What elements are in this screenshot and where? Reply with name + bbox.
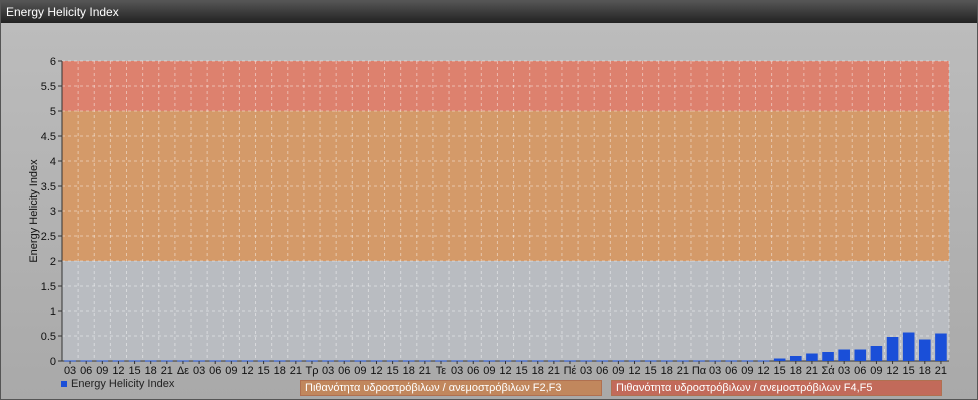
x-tick-label: 09 <box>612 365 624 377</box>
x-tick-label: 03 <box>580 365 592 377</box>
x-tick-label: 21 <box>935 365 947 377</box>
x-tick-label: 09 <box>483 365 495 377</box>
x-tick-label: 09 <box>870 365 882 377</box>
x-tick-label: 06 <box>725 365 737 377</box>
x-tick-label: 03 <box>193 365 205 377</box>
x-tick-label: 18 <box>145 365 157 377</box>
legend-label: Energy Helicity Index <box>71 378 175 390</box>
x-tick-label: Πέ <box>564 365 577 377</box>
x-tick-label: 15 <box>128 365 140 377</box>
x-tick-label: 06 <box>596 365 608 377</box>
zone-legend-f4f5: Πιθανότητα υδροστρόβιλων / ανεμοστρόβιλω… <box>611 380 942 396</box>
x-tick-label: 03 <box>838 365 850 377</box>
x-tick-label: 21 <box>677 365 689 377</box>
x-tick-label: 15 <box>903 365 915 377</box>
y-tick-label: 0 <box>50 356 56 368</box>
x-tick-label: Δε <box>177 365 189 377</box>
x-tick-label: 15 <box>257 365 269 377</box>
x-tick-label: Τρ <box>305 365 318 377</box>
x-tick-label: 06 <box>467 365 479 377</box>
bar <box>822 352 834 361</box>
y-tick-label: 2.5 <box>41 231 56 243</box>
x-tick-label: Πα <box>692 365 707 377</box>
x-tick-label: 06 <box>209 365 221 377</box>
x-tick-label: 03 <box>64 365 76 377</box>
y-tick-label: 4.5 <box>41 131 56 143</box>
x-tick-label: 09 <box>225 365 237 377</box>
bar <box>838 349 850 361</box>
y-tick-label: 3 <box>50 206 56 218</box>
x-tick-label: 15 <box>774 365 786 377</box>
x-tick-label: 09 <box>96 365 108 377</box>
y-tick-label: 5 <box>50 106 56 118</box>
x-tick-label: 03 <box>322 365 334 377</box>
x-tick-label: 06 <box>338 365 350 377</box>
x-tick-label: 15 <box>386 365 398 377</box>
y-tick-label: 4 <box>50 156 56 168</box>
bar <box>886 337 899 361</box>
x-tick-label: 21 <box>548 365 560 377</box>
x-tick-label: 09 <box>354 365 366 377</box>
y-tick-label: 5.5 <box>41 81 56 93</box>
x-tick-label: 03 <box>451 365 463 377</box>
bar <box>854 349 867 361</box>
x-tick-label: 18 <box>403 365 415 377</box>
x-tick-label: Σά <box>821 365 835 377</box>
y-tick-label: 2 <box>50 256 56 268</box>
x-tick-label: 21 <box>806 365 818 377</box>
x-tick-label: Τε <box>436 365 447 377</box>
y-tick-label: 1 <box>50 306 56 318</box>
x-tick-label: 03 <box>709 365 721 377</box>
window-title: Energy Helicity Index <box>1 1 977 23</box>
bar-chart: 0 0.5 1 1.5 2 2.5 3 3.5 4 4.5 5 5.5 6 Energy Helicity… <box>28 56 950 377</box>
zone-legend-f2f3: Πιθανότητα υδροστρόβιλων / ανεμοστρόβιλω… <box>300 380 602 396</box>
x-tick-label: 09 <box>741 365 753 377</box>
x-tick-label: 18 <box>274 365 286 377</box>
x-tick-label: 18 <box>661 365 673 377</box>
x-tick-label: 06 <box>80 365 92 377</box>
bar <box>789 356 802 361</box>
legend-swatch <box>61 381 67 388</box>
x-tick-label: 12 <box>886 365 898 377</box>
bar <box>773 358 786 361</box>
y-tick-label: 3.5 <box>41 181 56 193</box>
x-tick-label: 15 <box>516 365 528 377</box>
x-tick-label: 12 <box>499 365 511 377</box>
y-tick-label: 6 <box>50 56 56 68</box>
x-tick-label: 21 <box>290 365 302 377</box>
x-tick-label: 18 <box>790 365 802 377</box>
y-axis-label: Energy Helicity Index <box>28 159 40 263</box>
y-tick-label: 1.5 <box>41 281 56 293</box>
bar <box>935 333 947 361</box>
x-tick-label: 06 <box>854 365 866 377</box>
x-tick-label: 15 <box>645 365 657 377</box>
legend-entry: Energy Helicity Index <box>61 378 174 390</box>
y-tick-label: 0.5 <box>41 331 56 343</box>
bar <box>902 332 915 361</box>
x-tick-label: 12 <box>112 365 124 377</box>
x-tick-label: 21 <box>161 365 173 377</box>
bar <box>870 346 883 361</box>
x-tick-label: 21 <box>419 365 431 377</box>
x-tick-label: 12 <box>757 365 769 377</box>
bar <box>806 353 818 361</box>
x-tick-label: 18 <box>532 365 544 377</box>
chart-window: Energy Helicity Index 0 0.5 1 1.5 2 2.5 3 3.5 4 4… <box>0 0 978 400</box>
x-tick-label: 12 <box>370 365 382 377</box>
bar <box>919 339 931 361</box>
x-tick-label: 18 <box>919 365 931 377</box>
x-tick-label: 12 <box>241 365 253 377</box>
x-tick-label: 12 <box>628 365 640 377</box>
